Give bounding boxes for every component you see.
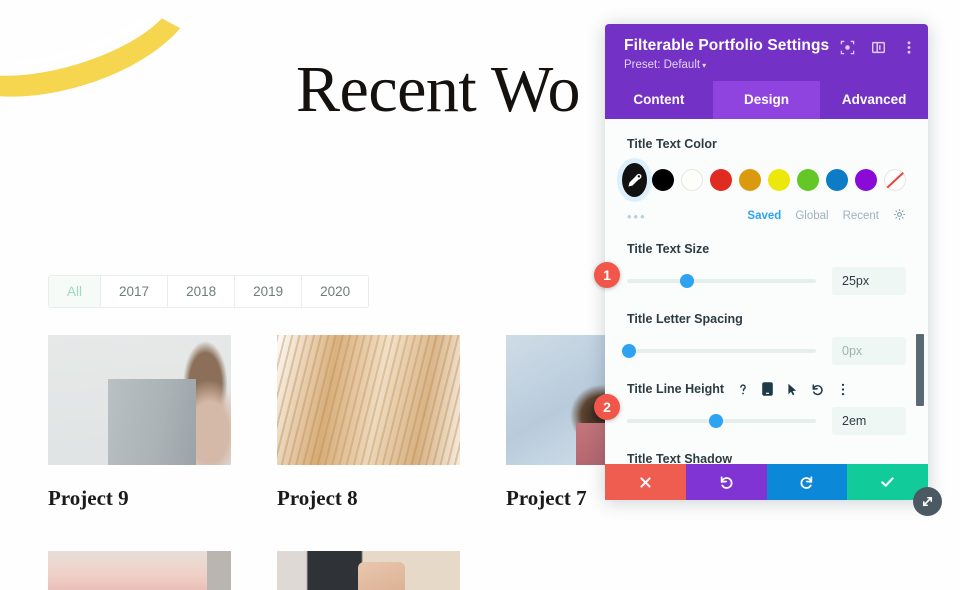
filter-item-2017[interactable]: 2017 <box>101 276 169 307</box>
undo-button[interactable] <box>685 464 767 500</box>
title-letter-spacing-label: Title Letter Spacing <box>627 312 743 326</box>
control-title-letter-spacing: Title Letter Spacing 0px <box>621 312 906 365</box>
title-text-size-input[interactable]: 25px <box>832 267 906 295</box>
portfolio-item[interactable] <box>48 551 231 590</box>
title-text-shadow-label: Title Text Shadow <box>627 452 733 464</box>
swatch-white[interactable] <box>681 169 703 191</box>
help-icon[interactable] <box>736 382 749 396</box>
title-text-size-slider[interactable] <box>627 274 816 288</box>
annotation-marker-1: 1 <box>594 262 620 288</box>
annotation-marker-2: 2 <box>594 394 620 420</box>
modal-header-icons <box>838 38 918 56</box>
redo-button[interactable] <box>766 464 848 500</box>
filter-item-2020[interactable]: 2020 <box>302 276 369 307</box>
modal-body: Title Text Color ••• Saved Global Recent… <box>605 119 928 464</box>
title-letter-spacing-slider[interactable] <box>621 344 816 358</box>
reset-undo-icon[interactable] <box>811 382 824 396</box>
swatch-yellow[interactable] <box>768 169 790 191</box>
portfolio-filter-bar[interactable]: All 2017 2018 2019 2020 <box>48 275 370 308</box>
portfolio-item[interactable] <box>277 551 460 590</box>
chevron-down-icon: ▾ <box>702 61 707 70</box>
filter-item-all[interactable]: All <box>49 276 102 307</box>
swatch-black[interactable] <box>652 169 674 191</box>
slider-knob[interactable] <box>621 344 636 358</box>
title-line-height-slider[interactable] <box>627 414 816 428</box>
swatch-orange[interactable] <box>739 169 761 191</box>
swatch-purple[interactable] <box>855 169 877 191</box>
more-colors-button[interactable]: ••• <box>627 209 647 224</box>
more-options-icon[interactable] <box>836 382 849 396</box>
portfolio-thumbnail[interactable] <box>48 335 231 465</box>
modal-tab-bar: Content Design Advanced <box>605 81 928 119</box>
filter-item-2018[interactable]: 2018 <box>168 276 236 307</box>
title-text-size-label: Title Text Size <box>627 242 710 256</box>
title-text-color-label: Title Text Color <box>627 137 717 151</box>
title-line-height-input[interactable]: 2em <box>832 407 906 435</box>
palette-tab-global[interactable]: Global <box>795 210 828 222</box>
swatch-transparent[interactable] <box>884 169 906 191</box>
page-title: Recent Wo <box>296 53 581 126</box>
modal-header: Filterable Portfolio Settings Preset: De… <box>605 24 928 81</box>
portfolio-thumbnail[interactable] <box>277 335 460 465</box>
swatch-red[interactable] <box>710 169 732 191</box>
gear-icon[interactable] <box>893 208 906 224</box>
portfolio-item[interactable]: Project 8 <box>277 335 460 511</box>
color-palette-meta-row: ••• Saved Global Recent <box>627 208 906 224</box>
color-swatch-row <box>622 163 906 197</box>
portfolio-thumbnail[interactable] <box>277 551 460 590</box>
control-title-line-height: Title Line Height 2em <box>627 382 906 435</box>
modal-scrollbar[interactable] <box>916 119 924 464</box>
modal-scrollbar-thumb[interactable] <box>916 334 924 406</box>
palette-tab-recent[interactable]: Recent <box>843 210 879 222</box>
portfolio-item-title: Project 8 <box>277 486 358 510</box>
portfolio-row-1: Project 9 Project 8 Project 7 <box>48 335 689 511</box>
title-letter-spacing-input[interactable]: 0px <box>832 337 906 365</box>
resize-diagonal-icon[interactable] <box>913 487 942 516</box>
title-line-height-label: Title Line Height <box>627 382 724 396</box>
control-title-text-size: Title Text Size 25px <box>627 242 906 295</box>
filter-item-2019[interactable]: 2019 <box>235 276 303 307</box>
swatch-blue[interactable] <box>826 169 848 191</box>
portfolio-item-title: Project 9 <box>48 486 129 510</box>
decorative-brush-stroke <box>0 0 214 125</box>
focus-target-icon[interactable] <box>838 38 856 56</box>
responsive-tablet-icon[interactable] <box>761 382 774 396</box>
cancel-button[interactable] <box>605 464 686 500</box>
layout-panel-icon[interactable] <box>869 38 887 56</box>
tab-content[interactable]: Content <box>605 81 713 119</box>
portfolio-thumbnail[interactable] <box>48 551 231 590</box>
control-title-text-shadow: Title Text Shadow <box>627 452 906 464</box>
swatch-green[interactable] <box>797 169 819 191</box>
module-settings-modal: Filterable Portfolio Settings Preset: De… <box>605 24 928 500</box>
preset-label: Preset: Default <box>624 59 701 71</box>
slider-knob[interactable] <box>708 414 723 428</box>
palette-tab-saved[interactable]: Saved <box>747 210 781 222</box>
portfolio-grid: Project 9 Project 8 Project 7 <box>48 335 689 590</box>
portfolio-row-2 <box>48 551 648 590</box>
eyedropper-icon[interactable] <box>622 163 647 197</box>
tab-design[interactable]: Design <box>712 81 821 119</box>
modal-action-bar <box>605 464 928 500</box>
tab-advanced[interactable]: Advanced <box>820 81 928 119</box>
more-vertical-icon[interactable] <box>900 38 918 56</box>
preset-selector[interactable]: Preset: Default ▾ <box>624 59 913 71</box>
hover-cursor-icon[interactable] <box>786 382 799 396</box>
portfolio-item[interactable]: Project 9 <box>48 335 231 511</box>
slider-knob[interactable] <box>680 274 695 288</box>
